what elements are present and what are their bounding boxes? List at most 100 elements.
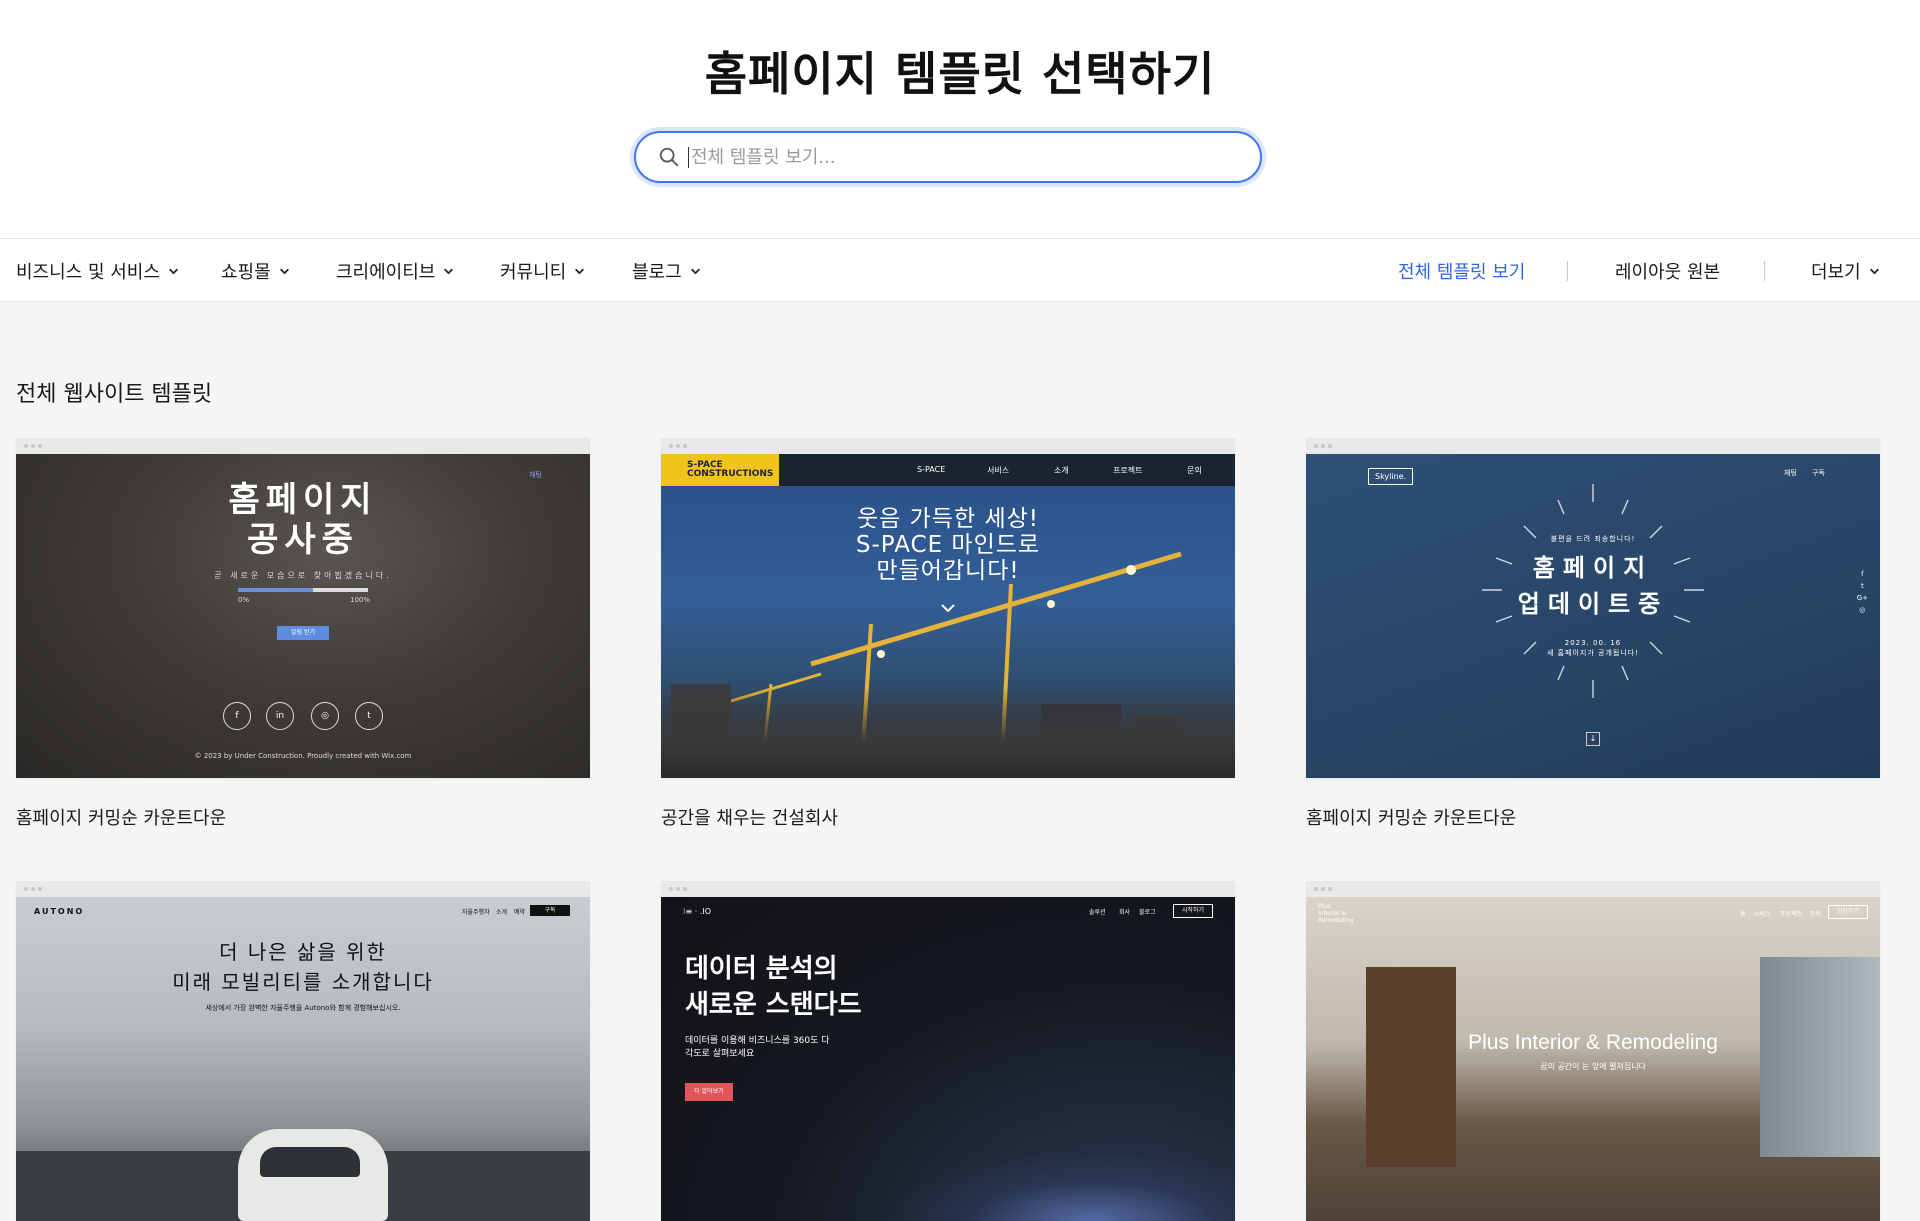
progress-fill [238, 588, 314, 592]
template-card[interactable]: AUTONO 자율주행차 소개 예약 구독 더 나은 삶을 위한 미래 모빌리티를… [16, 881, 590, 1221]
template-card[interactable]: ⁝≡ · .IO 솔루션 회사 블로그 시작하기 데이터 분석의 새로운 스탠다드… [661, 881, 1235, 1221]
preview-social-column: f t G+ ◎ [1857, 568, 1868, 616]
logo-line: Remodeling [1318, 917, 1354, 924]
preview-logo: Plus Interior & Remodeling [1318, 903, 1354, 924]
card-label[interactable]: 홈페이지 커밍순 카운트다운 [1306, 804, 1880, 830]
nav-community[interactable]: 커뮤니티 [500, 239, 585, 303]
chevron-down-icon [690, 268, 700, 274]
preview-menu-item: 문의 [1810, 911, 1822, 918]
preview-cta: 시작하기 [1173, 904, 1213, 918]
preview-date: 2023. 00. 16 새 홈페이지가 공개됩니다! [1306, 638, 1880, 658]
facebook-icon: f [223, 702, 251, 730]
section-title: 전체 웹사이트 템플릿 [16, 382, 213, 407]
preview-menu-item: 자율주행차 [462, 909, 490, 916]
preview-menu-item: 소개 [1054, 466, 1069, 475]
nav-label: 크리에이티브 [336, 262, 436, 283]
browser-bar [1306, 438, 1880, 454]
template-preview[interactable]: AUTONO 자율주행차 소개 예약 구독 더 나은 삶을 위한 미래 모빌리티를… [16, 881, 590, 1221]
logo-line: Plus [1318, 903, 1331, 910]
preview-heading-line: S-PACE 마인드로 [855, 532, 1041, 558]
nav-more[interactable]: 더보기 [1811, 239, 1880, 303]
chevron-down-icon [168, 268, 178, 274]
nav-shopping[interactable]: 쇼핑몰 [221, 239, 290, 303]
preview-ground [661, 686, 1235, 778]
preview-heading-line: 미래 모빌리티를 소개합니다 [172, 970, 434, 994]
google-plus-icon: G+ [1856, 594, 1868, 602]
preview-menu-item: 회사 [1119, 909, 1131, 916]
preview-heading-line: 새로운 스탠다드 [685, 990, 862, 1020]
preview-heading-line: 웃음 가득한 세상! [857, 506, 1039, 532]
preview-menu-item: 프로젝트 [1113, 466, 1143, 475]
nav-label: 블로그 [632, 262, 682, 283]
preview-heading: 홈페이지업데이트중 [1306, 550, 1880, 622]
browser-bar [661, 881, 1235, 897]
nav-blog[interactable]: 블로그 [632, 239, 701, 303]
preview-heading-line: 만들어갑니다! [876, 558, 1020, 584]
card-label[interactable]: 홈페이지 커밍순 카운트다운 [16, 804, 590, 830]
linkedin-icon: in [266, 702, 294, 730]
nav-business-services[interactable]: 비즈니스 및 서비스 [16, 239, 179, 303]
preview-heading-line: 홈페이지 [228, 480, 378, 520]
chevron-down-icon [279, 268, 289, 274]
nav-label: 커뮤니티 [500, 262, 567, 283]
preview-heading-line: 홈페이지 [1532, 554, 1654, 582]
preview-heading: 홈페이지 공사중 [16, 480, 590, 560]
template-preview[interactable]: Plus Interior & Remodeling 홈 서비스 프로젝트 문의 상… [1306, 881, 1880, 1221]
nav-divider [1764, 261, 1765, 281]
logo-line: Interior & [1318, 910, 1347, 917]
preview-logo: AUTONO [34, 907, 85, 916]
preview-corner-text: 채팅 [529, 471, 542, 479]
nav-layout-original[interactable]: 레이아웃 원본 [1615, 239, 1720, 303]
preview-heading: 웃음 가득한 세상! S-PACE 마인드로 만들어갑니다! [661, 506, 1235, 584]
nav-creative[interactable]: 크리에이티브 [336, 239, 454, 303]
template-card[interactable]: Skyline. 채팅 구독 불편을 드려 죄송합니다! 홈페이지업데이트중 2… [1306, 438, 1880, 830]
preview-heading: 더 나은 삶을 위한미래 모빌리티를 소개합니다 [16, 937, 590, 997]
search-input[interactable] [688, 146, 1228, 168]
arrow-down-icon: ↓ [1586, 732, 1600, 746]
preview-subtitle: 곧 새로운 모습으로 찾아뵙겠습니다. [214, 571, 392, 580]
chevron-down-icon [444, 268, 454, 274]
nav-label: 더보기 [1811, 262, 1861, 283]
preview-logo: Skyline. [1368, 468, 1414, 485]
preview-menu-item: 서비스 [987, 466, 1010, 475]
browser-bar [661, 438, 1235, 454]
card-label[interactable]: 공간을 채우는 건설회사 [661, 804, 1235, 830]
preview-menu-item: 솔루션 [1089, 909, 1106, 916]
preview-copyright: © 2023 by Under Construction. Proudly cr… [194, 752, 412, 760]
preview-screenshot: AUTONO 자율주행차 소개 예약 구독 더 나은 삶을 위한 미래 모빌리티를… [16, 897, 590, 1221]
template-preview[interactable]: Skyline. 채팅 구독 불편을 드려 죄송합니다! 홈페이지업데이트중 2… [1306, 438, 1880, 778]
search-box[interactable] [634, 131, 1262, 183]
preview-menu-item: 채팅 [1784, 469, 1797, 477]
car-illustration [238, 1129, 388, 1221]
preview-button: 더 알아보기 [685, 1083, 733, 1101]
preview-particles [875, 1151, 1235, 1221]
subtitle-line: 각도로 살펴보세요 [685, 1049, 755, 1059]
browser-bar [1306, 881, 1880, 897]
preview-menu-item: 프로젝트 [1780, 911, 1803, 918]
preview-heading-line: 더 나은 삶을 위한 [219, 940, 387, 964]
preview-menu-item: 서비스 [1754, 911, 1771, 918]
nav-all-templates[interactable]: 전체 템플릿 보기 [1398, 239, 1525, 303]
preview-heading-line: 공사중 [247, 520, 359, 560]
category-nav: 비즈니스 및 서비스 쇼핑몰 크리에이티브 커뮤니티 블로그 전체 템플릿 보기… [0, 238, 1920, 302]
template-preview[interactable]: S-PACE CONSTRUCTIONS S-PACE 서비스 소개 프로젝트 문… [661, 438, 1235, 778]
preview-menu-item: 구독 [1812, 469, 1825, 477]
preview-small-text: 불편을 드려 죄송합니다! [1550, 535, 1636, 543]
template-card[interactable]: S-PACE CONSTRUCTIONS S-PACE 서비스 소개 프로젝트 문… [661, 438, 1235, 830]
browser-bar [16, 881, 590, 897]
template-card[interactable]: Plus Interior & Remodeling 홈 서비스 프로젝트 문의 상… [1306, 881, 1880, 1221]
subtitle-line: 데이터를 이용해 비즈니스를 360도 다 [685, 1036, 830, 1046]
preview-heading: 데이터 분석의 새로운 스탠다드 [685, 951, 862, 1023]
template-preview[interactable]: 채팅 홈페이지 공사중 곧 새로운 모습으로 찾아뵙겠습니다. 0% 100% 알… [16, 438, 590, 778]
chevron-down-icon [941, 604, 955, 613]
template-card[interactable]: 채팅 홈페이지 공사중 곧 새로운 모습으로 찾아뵙겠습니다. 0% 100% 알… [16, 438, 590, 830]
twitter-icon: t [1860, 582, 1864, 590]
preview-cta: 상담하기 [1828, 905, 1868, 919]
nav-label: 비즈니스 및 서비스 [16, 262, 160, 283]
preview-heading-line: 업데이트중 [1517, 590, 1669, 618]
preview-logo: S-PACE CONSTRUCTIONS [661, 454, 779, 486]
template-preview[interactable]: ⁝≡ · .IO 솔루션 회사 블로그 시작하기 데이터 분석의 새로운 스탠다드… [661, 881, 1235, 1221]
preview-cta: 구독 [530, 905, 570, 916]
instagram-icon: ◎ [1859, 606, 1866, 614]
browser-bar [16, 438, 590, 454]
